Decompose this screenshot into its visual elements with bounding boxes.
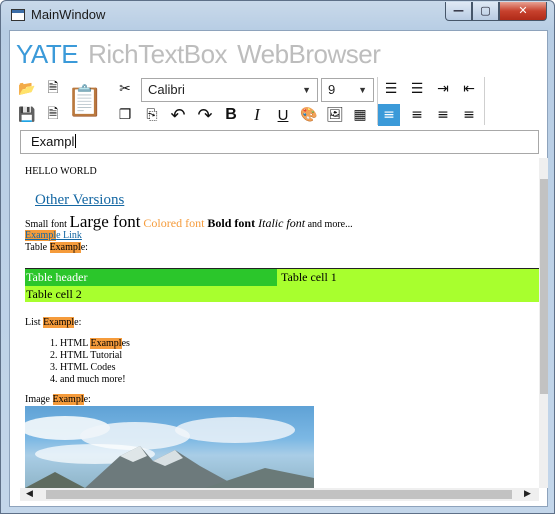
print-preview-icon[interactable]: 🗎 — [42, 104, 64, 126]
minimize-icon: — — [453, 4, 464, 17]
list-item-text: HTML — [60, 338, 91, 349]
justify-button[interactable]: ≡ — [458, 104, 480, 126]
window-title: MainWindow — [31, 7, 106, 22]
example-link-rest: e Link — [56, 230, 82, 241]
align-left-button[interactable]: ≡ — [378, 104, 400, 126]
list-item: and much more! — [60, 374, 130, 386]
view-tabs: YATE RichTextBox WebBrowser — [16, 37, 381, 71]
chevron-down-icon: ▼ — [358, 85, 367, 95]
list-item: HTML Examples — [60, 338, 130, 350]
italic-button[interactable]: I — [246, 104, 268, 126]
example-list: HTML Examples HTML Tutorial HTML Codes a… — [60, 338, 130, 386]
other-versions-label: Other Versions — [35, 192, 125, 208]
text-caret — [75, 134, 77, 148]
font-samples: Small font Large font Colored font Bold … — [25, 212, 353, 232]
vertical-scroll-thumb[interactable] — [540, 179, 548, 394]
list-item: HTML Tutorial — [60, 350, 130, 362]
search-input[interactable]: Exampl — [20, 130, 539, 154]
font-family-select[interactable]: Calibri ▼ — [141, 78, 318, 102]
image-label-suffix: e: — [83, 394, 91, 405]
tab-richtextbox[interactable]: RichTextBox — [88, 37, 228, 71]
list-label: List Example: — [25, 317, 81, 328]
numbered-list-icon[interactable]: ☰ — [380, 78, 402, 100]
colored-font-text: Colored font — [140, 216, 205, 230]
list-item: HTML Codes — [60, 362, 130, 374]
table-header-cell: Table header — [25, 269, 277, 286]
copy-icon[interactable]: ❐ — [114, 104, 136, 126]
paste-icon[interactable]: 📋 — [66, 78, 103, 124]
hello-world-text: HELLO WORLD — [25, 166, 97, 177]
italic-font-text: Italic font — [255, 216, 306, 230]
image-label-text: Image — [25, 394, 53, 405]
underline-button[interactable]: U — [272, 104, 294, 126]
font-size-select[interactable]: 9 ▼ — [321, 78, 374, 102]
font-size-value: 9 — [328, 82, 336, 97]
scroll-right-icon[interactable]: ▶ — [524, 488, 531, 501]
indent-icon[interactable]: ⇥ — [432, 78, 454, 100]
large-font-text: Large font — [69, 212, 141, 231]
horizontal-scroll-thumb[interactable] — [46, 490, 512, 499]
title-bar[interactable]: MainWindow — ▢ ✕ — [1, 1, 554, 29]
image-icon[interactable]: 🖼 — [324, 104, 346, 126]
minimize-button[interactable]: — — [445, 2, 472, 21]
tab-yate[interactable]: YATE — [16, 37, 79, 71]
mountain-photo — [25, 416, 314, 488]
maximize-button[interactable]: ▢ — [472, 2, 499, 21]
tab-webbrowser[interactable]: WebBrowser — [237, 37, 381, 71]
search-highlight: Exampl — [49, 242, 81, 253]
example-image — [25, 406, 314, 488]
vertical-scrollbar[interactable] — [539, 158, 548, 488]
save-icon[interactable]: 💾 — [16, 104, 38, 126]
redo-icon[interactable]: ↷ — [194, 104, 216, 126]
table-row: Table header Table cell 1 — [25, 268, 539, 286]
cut-icon[interactable]: ✂ — [114, 78, 136, 100]
other-versions-link[interactable]: Other Versions — [35, 192, 124, 209]
client-area: YATE RichTextBox WebBrowser 📂 🗎 💾 🗎 📋 ✂ … — [9, 30, 548, 507]
table-cell: Table cell 1 — [281, 270, 337, 284]
close-icon: ✕ — [518, 4, 528, 17]
scroll-left-icon[interactable]: ◀ — [26, 488, 33, 501]
toolbar: 📂 🗎 💾 🗎 📋 ✂ ❐ ⎘ Calibri ▼ 9 ▼ ↶ ↷ B I U … — [10, 75, 547, 127]
bold-font-text: Bold font — [204, 216, 256, 230]
document-view[interactable]: HELLO WORLD Other Versions Small font La… — [10, 158, 539, 488]
bold-button[interactable]: B — [220, 104, 242, 126]
search-highlight: Exampl — [43, 317, 75, 328]
app-icon — [11, 9, 25, 21]
undo-icon[interactable]: ↶ — [167, 104, 189, 126]
search-value: Exampl — [31, 134, 75, 149]
list-label-text: List — [25, 317, 44, 328]
font-family-value: Calibri — [148, 82, 185, 97]
main-window: MainWindow — ▢ ✕ YATE RichTextBox WebBro… — [0, 0, 555, 514]
table-row: Table cell 2 — [25, 286, 539, 302]
search-highlight: Exampl — [52, 394, 84, 405]
image-label: Image Example: — [25, 394, 91, 405]
list-item-suffix: es — [121, 338, 130, 349]
paste-special-icon[interactable]: ⎘ — [141, 104, 163, 126]
maximize-icon: ▢ — [480, 4, 491, 17]
example-link[interactable]: Example Link — [25, 230, 82, 241]
table-label-suffix: e: — [80, 242, 88, 253]
align-center-button[interactable]: ≡ — [406, 104, 428, 126]
outdent-icon[interactable]: ⇤ — [458, 78, 480, 100]
horizontal-scrollbar[interactable]: ◀ ▶ — [20, 488, 539, 501]
and-more-text: and more... — [305, 219, 353, 230]
search-highlight: Exampl — [90, 338, 122, 349]
search-highlight: Exampl — [25, 230, 57, 241]
palette-icon[interactable]: 🎨 — [298, 104, 320, 126]
table-label: Table Example: — [25, 242, 88, 253]
chevron-down-icon: ▼ — [302, 85, 311, 95]
small-font-text: Small font — [25, 219, 70, 230]
close-button[interactable]: ✕ — [499, 2, 547, 21]
table-icon[interactable]: ▦ — [349, 104, 371, 126]
open-icon[interactable]: 📂 — [16, 78, 38, 100]
toolbar-separator — [484, 77, 485, 125]
bullet-list-icon[interactable]: ☰ — [406, 78, 428, 100]
align-right-button[interactable]: ≡ — [432, 104, 454, 126]
list-label-suffix: e: — [74, 317, 82, 328]
table-label-text: Table — [25, 242, 50, 253]
save-as-icon[interactable]: 🗎 — [42, 78, 64, 100]
